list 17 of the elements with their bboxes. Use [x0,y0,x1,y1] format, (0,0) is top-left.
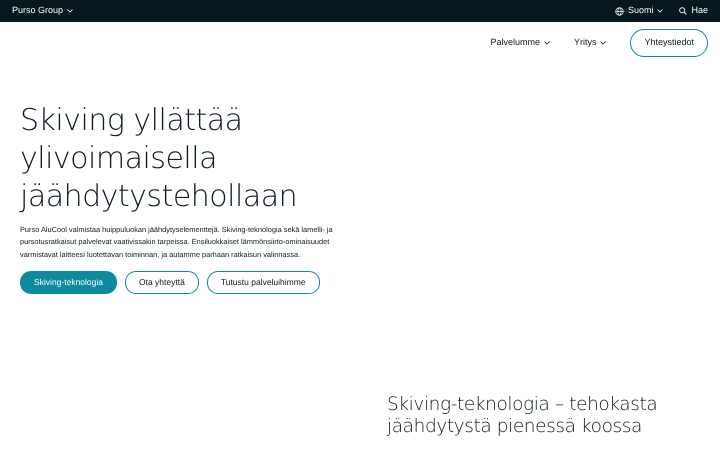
hero-heading: Skiving yllättää ylivoimaisella jäähdytystehollaan [20,102,298,216]
chevron-down-icon [657,9,664,13]
search-icon [679,7,688,15]
chevron-down-icon [544,41,550,45]
globe-icon [614,6,624,16]
search-link[interactable]: Hae [679,4,708,18]
nav-menu-item[interactable]: Yritys [574,36,606,50]
chevron-down-icon [67,9,74,13]
nav-menu-item[interactable]: Palvelumme [490,36,550,50]
primary-button[interactable]: Skiving-teknologia [20,271,117,294]
outline-button[interactable]: Ota yhteyttä [124,271,199,294]
section-heading: Skiving-teknologia – tehokasta jäähdytystä pienessä koossa [387,394,658,438]
contact-button[interactable]: Yhteystiedot [630,29,708,57]
brand-menu[interactable]: Purso Group [12,4,74,18]
outline-button[interactable]: Tutustu palveluihimme [206,271,320,294]
language-menu[interactable]: Suomi [614,4,664,18]
chevron-down-icon [600,41,606,45]
